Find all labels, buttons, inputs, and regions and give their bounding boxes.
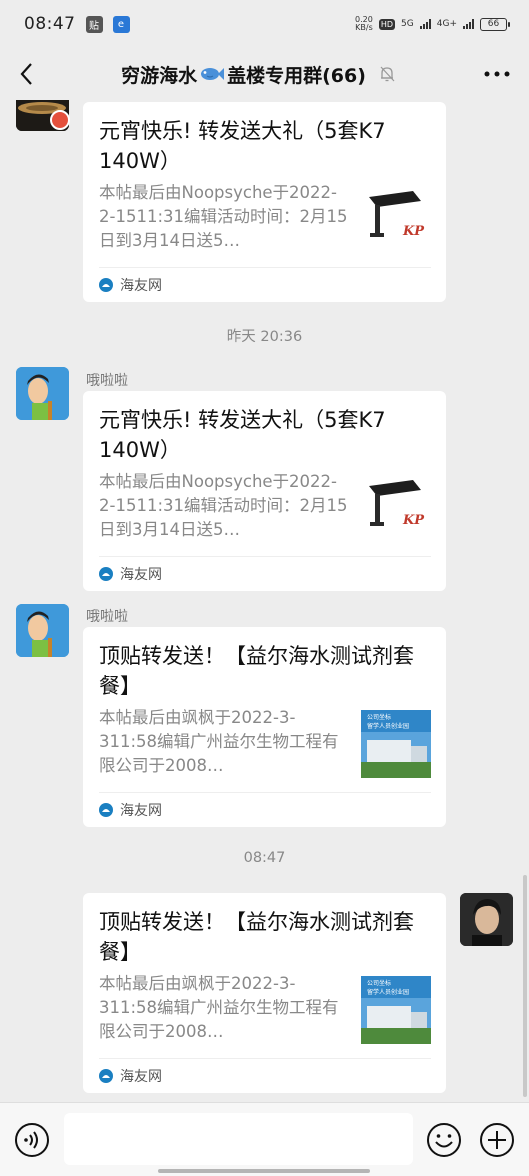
source-icon: [99, 803, 113, 817]
building-thumbnail: 公司坐标 留学人员创业园: [361, 976, 431, 1044]
scrollbar[interactable]: [523, 875, 527, 1097]
thumb-logo: KP: [402, 513, 425, 528]
status-bar: 08:47 贴 e 0.20 KB/s HD 5G 4G+ 66: [0, 0, 529, 48]
thumb-caption: 留学人员创业园: [367, 722, 409, 730]
link-card[interactable]: 元宵快乐! 转发送大礼（5套K7 140W） 本帖最后由Noopsyche于20…: [83, 391, 446, 591]
sender-name: 哦啦啦: [86, 373, 128, 389]
home-indicator: [158, 1169, 370, 1173]
browser-app-icon: e: [112, 15, 130, 33]
card-source: 海友网: [99, 267, 431, 302]
chat-title-part2: 盖楼专用群(66): [227, 64, 366, 87]
building-thumbnail: 公司坐标 留学人员创业园: [361, 710, 431, 778]
self-avatar[interactable]: [460, 893, 513, 946]
sender-name: 哦啦啦: [86, 609, 128, 625]
more-button[interactable]: [465, 48, 529, 100]
card-source: 海友网: [99, 556, 431, 591]
thumb-caption: 留学人员创业园: [367, 988, 409, 996]
signal-4g-icon: [463, 19, 474, 29]
status-time: 08:47: [24, 14, 76, 34]
network-speed-unit: KB/s: [355, 23, 373, 32]
card-description: 本帖最后由Noopsyche于2022-2-1511:31编辑活动时间：2月15…: [99, 472, 348, 539]
status-indicators: 0.20 KB/s HD 5G 4G+ 66: [355, 16, 510, 32]
link-card[interactable]: 顶贴转发送！【益尔海水测试剂套餐】 本帖最后由飒枫于2022-3-311:58编…: [83, 893, 446, 1093]
source-name: 海友网: [120, 803, 162, 819]
emoji-icon: [427, 1123, 461, 1157]
avatar[interactable]: [16, 367, 69, 420]
thumb-caption: 公司坐标: [367, 979, 391, 987]
thumb-caption: 公司坐标: [367, 713, 391, 721]
avatar-image: [16, 604, 69, 657]
badge-icon: [50, 110, 70, 130]
source-icon: [99, 567, 113, 581]
source-name: 海友网: [120, 1069, 162, 1085]
voice-icon: [15, 1123, 49, 1157]
lamp-thumbnail: KP: [361, 185, 431, 253]
voice-button[interactable]: [14, 1122, 50, 1158]
card-description: 本帖最后由飒枫于2022-3-311:58编辑广州益尔生物工程有限公司于2008…: [99, 708, 339, 775]
chat-title[interactable]: 穷游海水 盖楼专用群(66): [52, 61, 465, 88]
card-title: 顶贴转发送！【益尔海水测试剂套餐】: [99, 644, 414, 698]
avatar-image: [460, 893, 513, 946]
message-input[interactable]: [64, 1113, 413, 1165]
battery-icon: 66: [480, 17, 510, 31]
source-icon: [99, 1069, 113, 1083]
card-source: 海友网: [99, 1058, 431, 1093]
more-icon: [484, 71, 510, 77]
hd-badge: HD: [378, 18, 396, 30]
bell-muted-icon: [380, 66, 395, 82]
fish-icon: [201, 68, 225, 80]
thumb-logo: KP: [402, 224, 425, 239]
card-title: 顶贴转发送！【益尔海水测试剂套餐】: [99, 910, 414, 964]
plus-icon: [480, 1123, 514, 1157]
card-source: 海友网: [99, 792, 431, 827]
source-icon: [99, 278, 113, 292]
card-description: 本帖最后由Noopsyche于2022-2-1511:31编辑活动时间：2月15…: [99, 183, 348, 250]
link-card[interactable]: 顶贴转发送！【益尔海水测试剂套餐】 本帖最后由飒枫于2022-3-311:58编…: [83, 627, 446, 827]
source-name: 海友网: [120, 567, 162, 583]
source-name: 海友网: [120, 278, 162, 294]
link-card[interactable]: 元宵快乐! 转发送大礼（5套K7 140W） 本帖最后由Noopsyche于20…: [83, 102, 446, 302]
card-description: 本帖最后由飒枫于2022-3-311:58编辑广州益尔生物工程有限公司于2008…: [99, 974, 339, 1041]
emoji-button[interactable]: [426, 1122, 462, 1158]
4g-label: 4G+: [436, 19, 457, 29]
chat-message-list[interactable]: 元宵快乐! 转发送大礼（5套K7 140W） 本帖最后由Noopsyche于20…: [0, 100, 529, 1102]
back-button[interactable]: [0, 48, 52, 100]
signal-5g-icon: [419, 19, 431, 29]
network-speed: 0.20 KB/s: [355, 16, 373, 32]
card-title: 元宵快乐! 转发送大礼（5套K7 140W）: [99, 408, 386, 462]
back-arrow-icon: [20, 63, 32, 85]
tieba-app-icon: 贴: [85, 15, 103, 33]
card-title: 元宵快乐! 转发送大礼（5套K7 140W）: [99, 119, 386, 173]
timestamp: 08:47: [243, 850, 286, 866]
chat-title-part1: 穷游海水: [121, 64, 198, 87]
plus-button[interactable]: [479, 1122, 515, 1158]
lamp-thumbnail: KP: [361, 474, 431, 542]
avatar[interactable]: [16, 604, 69, 657]
input-bar: [0, 1102, 529, 1176]
5g-label: 5G: [401, 19, 414, 29]
chat-nav-bar: 穷游海水 盖楼专用群(66): [0, 48, 529, 100]
timestamp: 昨天 20:36: [226, 329, 303, 345]
avatar-image: [16, 367, 69, 420]
